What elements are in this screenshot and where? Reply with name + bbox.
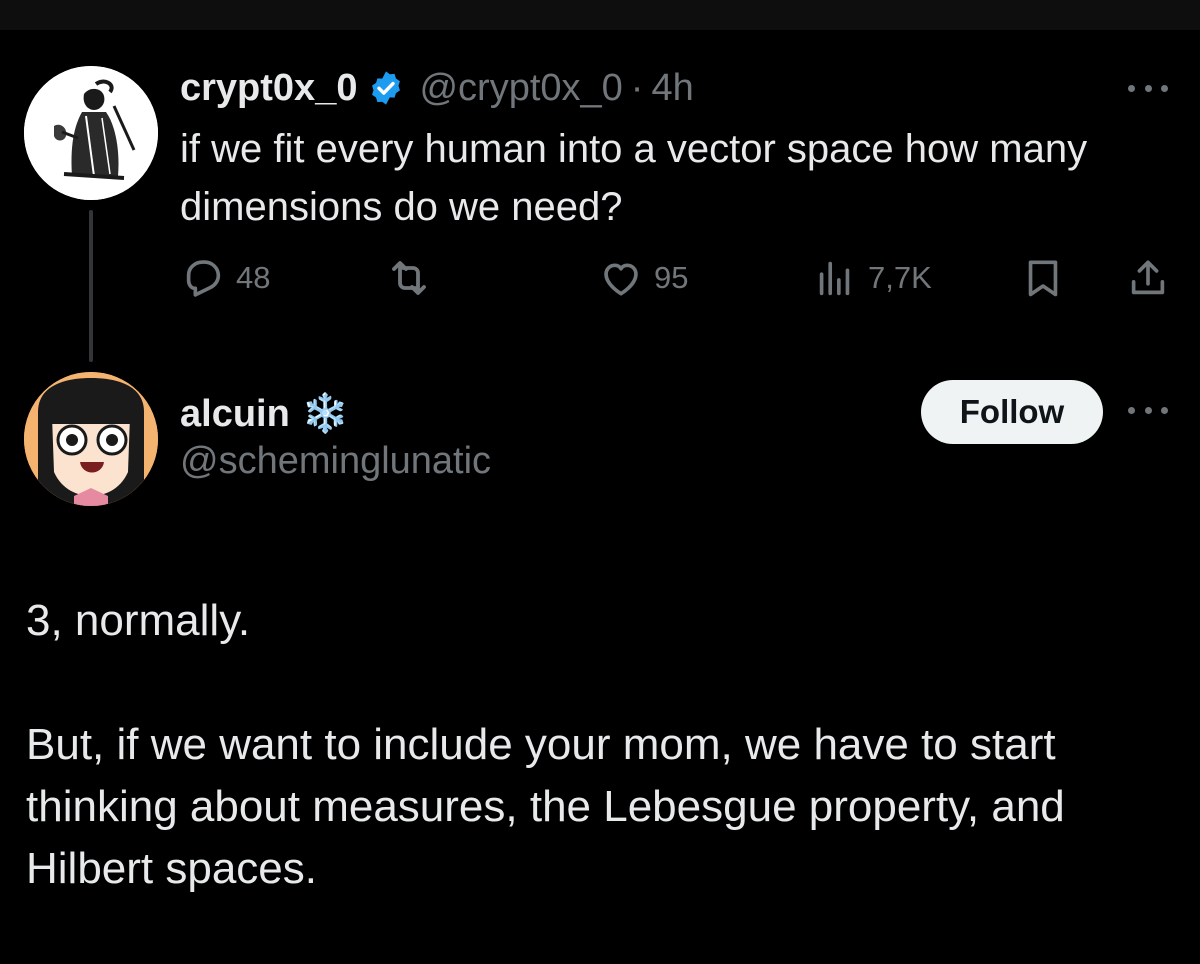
like-count: 95 bbox=[654, 260, 689, 295]
reply-tweet-header: alcuin ❄️ bbox=[180, 388, 349, 440]
bookmark-button[interactable] bbox=[1020, 250, 1066, 306]
reply-paragraph: But, if we want to include your mom, we … bbox=[26, 720, 1065, 893]
retweet-button[interactable] bbox=[385, 250, 443, 306]
parent-tweet-actions: 48 95 7,7K bbox=[180, 250, 1170, 306]
verified-badge-icon bbox=[367, 69, 405, 107]
share-button[interactable] bbox=[1125, 250, 1171, 306]
reply-icon bbox=[186, 260, 221, 297]
snowflake-icon: ❄️ bbox=[301, 393, 350, 435]
avatar-alcuin[interactable] bbox=[24, 372, 158, 506]
retweet-icon bbox=[392, 261, 426, 295]
views-count: 7,7K bbox=[868, 260, 932, 295]
reply-count: 48 bbox=[236, 260, 271, 295]
bookmark-icon bbox=[1028, 260, 1058, 297]
parent-tweet-text: if we fit every human into a vector spac… bbox=[180, 127, 1088, 229]
reply-tweet-text: 3, normally. But, if we want to include … bbox=[26, 590, 1176, 900]
views-button[interactable]: 7,7K bbox=[812, 250, 932, 306]
avatar-crypt0x[interactable] bbox=[24, 66, 158, 200]
like-button[interactable]: 95 bbox=[598, 250, 688, 306]
follow-button[interactable]: Follow bbox=[921, 380, 1103, 444]
parent-timestamp[interactable]: 4h bbox=[651, 67, 693, 110]
heart-icon bbox=[604, 263, 638, 296]
reply-more-options-icon[interactable] bbox=[1128, 400, 1168, 420]
thread-connector-line bbox=[89, 210, 93, 362]
share-icon bbox=[1131, 260, 1165, 295]
views-icon bbox=[819, 261, 850, 296]
reply-button[interactable]: 48 bbox=[180, 250, 270, 306]
parent-tweet-header: crypt0x_0 @crypt0x_0 · 4h bbox=[180, 62, 694, 114]
status-bar bbox=[0, 0, 1200, 30]
reply-display-name[interactable]: alcuin bbox=[180, 393, 290, 436]
parent-display-name[interactable]: crypt0x_0 bbox=[180, 67, 357, 110]
reply-paragraph: 3, normally. bbox=[26, 596, 251, 645]
parent-more-options-icon[interactable] bbox=[1128, 78, 1168, 98]
separator-dot: · bbox=[630, 66, 644, 109]
parent-handle[interactable]: @crypt0x_0 bbox=[419, 67, 622, 110]
reply-handle[interactable]: @scheminglunatic bbox=[180, 440, 491, 483]
